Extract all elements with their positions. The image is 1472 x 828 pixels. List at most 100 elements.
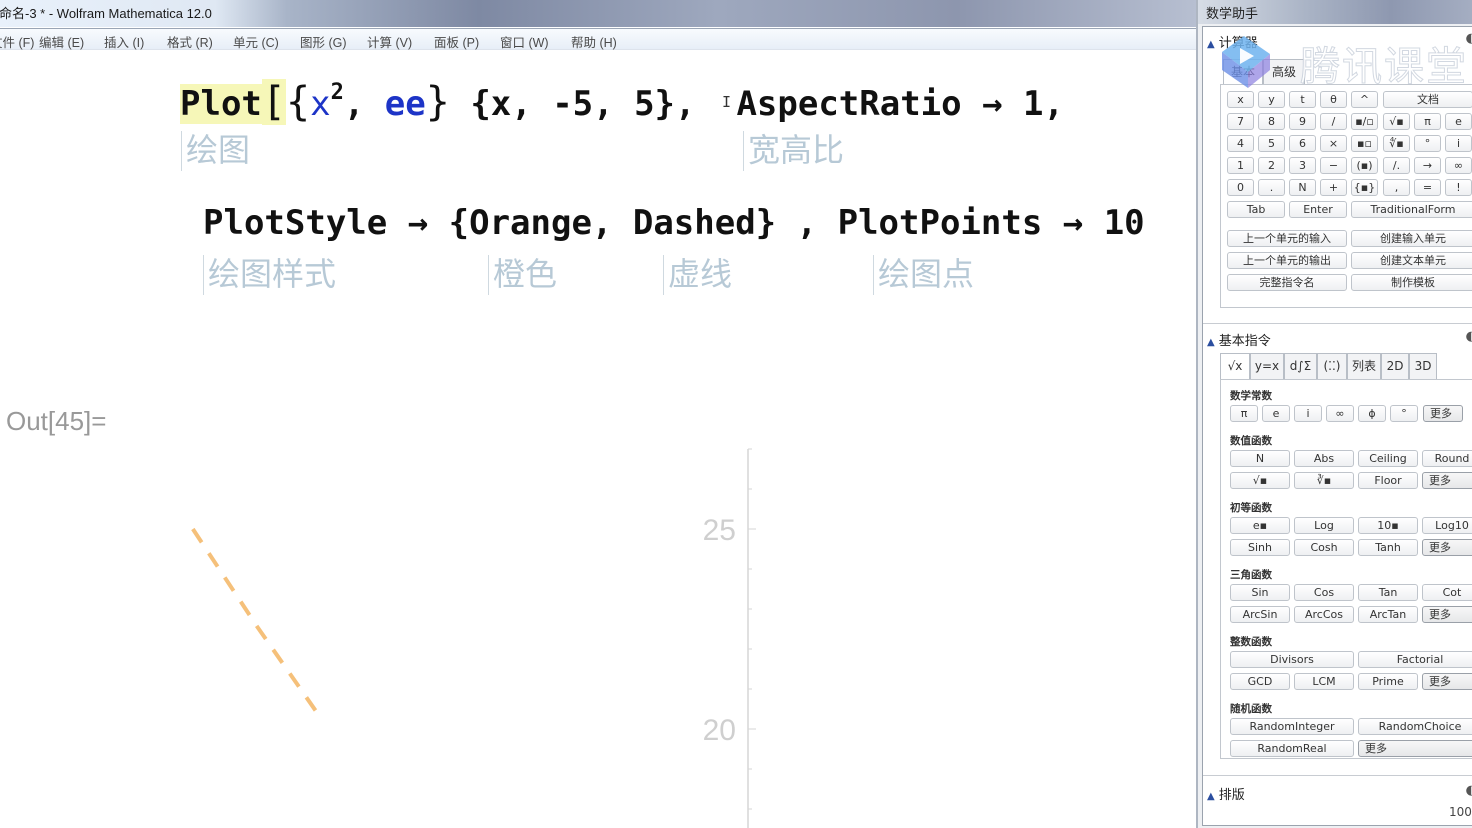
section-help-icon[interactable]: ◐: [1466, 329, 1472, 344]
cmd-round[interactable]: Round: [1422, 450, 1472, 467]
cmd-randomchoice[interactable]: RandomChoice: [1358, 718, 1472, 735]
menu-insert[interactable]: 插入 (I): [104, 32, 144, 51]
basic-tab-d[interactable]: d∫Σ: [1284, 353, 1317, 379]
cmd-randomreal[interactable]: RandomReal: [1230, 740, 1354, 757]
menu-format[interactable]: 格式 (R): [167, 32, 213, 51]
cmd-cot[interactable]: Cot: [1422, 584, 1472, 601]
calc-key-symbol[interactable]: /.: [1383, 157, 1410, 174]
calc-key-symbol[interactable]: →: [1414, 157, 1441, 174]
more-button[interactable]: 更多: [1422, 472, 1472, 489]
notebook-content[interactable]: Plot[{x2, ee} {x, -5, 5}, AspectRatio → …: [0, 51, 1196, 828]
cmd-factorial[interactable]: Factorial: [1358, 651, 1472, 668]
zoom-level[interactable]: 100%: [1449, 805, 1472, 819]
calc-key-symbol[interactable]: π: [1414, 113, 1441, 130]
section-help-icon[interactable]: ◐: [1466, 783, 1472, 798]
calc-key-symbol[interactable]: {▪}: [1351, 179, 1378, 196]
cmd-cos[interactable]: Cos: [1294, 584, 1354, 601]
more-button[interactable]: 更多: [1422, 539, 1472, 556]
calc-key-symbol[interactable]: ^: [1351, 91, 1378, 108]
calc-key-9[interactable]: 9: [1289, 113, 1316, 130]
cmd-tanh[interactable]: Tanh: [1358, 539, 1418, 556]
calc-key-tab[interactable]: Tab: [1227, 201, 1285, 218]
calc-key-3[interactable]: 3: [1289, 157, 1316, 174]
calc-key-symbol[interactable]: !: [1445, 179, 1472, 196]
cmd-randominteger[interactable]: RandomInteger: [1230, 718, 1354, 735]
cmd-e[interactable]: e▪: [1230, 517, 1290, 534]
cmd-prime[interactable]: Prime: [1358, 673, 1418, 690]
cmd-cosh[interactable]: Cosh: [1294, 539, 1354, 556]
cell-action-button[interactable]: 创建文本单元: [1351, 252, 1472, 269]
calc-key-symbol[interactable]: ∞: [1445, 157, 1472, 174]
calc-key-symbol[interactable]: ,: [1383, 179, 1410, 196]
calc-key-y[interactable]: y: [1258, 91, 1285, 108]
cmd-10[interactable]: 10▪: [1358, 517, 1418, 534]
basic-commands-section-header[interactable]: ▲ 基本指令: [1207, 330, 1271, 349]
calc-key-symbol[interactable]: √▪: [1383, 113, 1410, 130]
collapse-caret-icon[interactable]: ▲: [1207, 791, 1215, 802]
calc-key-symbol[interactable]: ∜▪: [1383, 135, 1410, 152]
layout-section-header[interactable]: ▲ 排版: [1207, 784, 1245, 803]
cmd-n[interactable]: N: [1230, 450, 1290, 467]
section-help-icon[interactable]: ◐: [1466, 31, 1472, 46]
cmd-symbol[interactable]: √▪: [1230, 472, 1290, 489]
calc-key-symbol[interactable]: ×: [1320, 135, 1347, 152]
cell-action-button[interactable]: 上一个单元的输入: [1227, 230, 1347, 247]
menu-palettes[interactable]: 面板 (P): [434, 32, 479, 51]
cmd-i[interactable]: i: [1294, 405, 1322, 422]
cmd-arctan[interactable]: ArcTan: [1358, 606, 1418, 623]
plot-function[interactable]: Plot: [180, 84, 262, 124]
cmd-e[interactable]: e: [1262, 405, 1290, 422]
calc-key-symbol[interactable]: /: [1320, 113, 1347, 130]
more-button[interactable]: 更多: [1422, 673, 1472, 690]
more-button[interactable]: 更多: [1422, 606, 1472, 623]
calc-key-t[interactable]: t: [1289, 91, 1316, 108]
menu-evaluation[interactable]: 计算 (V): [367, 32, 412, 51]
menu-edit[interactable]: 编辑 (E): [39, 32, 84, 51]
calc-key-8[interactable]: 8: [1258, 113, 1285, 130]
input-line-2[interactable]: PlotStyle → {Orange, Dashed} , PlotPoint…: [203, 203, 1145, 243]
basic-tab-symbol[interactable]: 列表: [1347, 353, 1381, 379]
collapse-caret-icon[interactable]: ▲: [1207, 39, 1215, 50]
calc-key-symbol[interactable]: (▪): [1351, 157, 1378, 174]
calc-key-i[interactable]: i: [1445, 135, 1472, 152]
cmd-symbol[interactable]: ∞: [1326, 405, 1354, 422]
cmd-ceiling[interactable]: Ceiling: [1358, 450, 1418, 467]
calc-key-7[interactable]: 7: [1227, 113, 1254, 130]
calc-key-2[interactable]: 2: [1258, 157, 1285, 174]
cmd-floor[interactable]: Floor: [1358, 472, 1418, 489]
calc-key-symbol[interactable]: 文档: [1383, 91, 1472, 108]
calc-key-symbol[interactable]: ▪▫: [1351, 135, 1378, 152]
calc-key-e[interactable]: e: [1445, 113, 1472, 130]
cmd-divisors[interactable]: Divisors: [1230, 651, 1354, 668]
cmd-symbol[interactable]: ϕ: [1358, 405, 1386, 422]
calc-key-symbol[interactable]: θ: [1320, 91, 1347, 108]
calc-key-6[interactable]: 6: [1289, 135, 1316, 152]
input-line-1[interactable]: Plot[{x2, ee} {x, -5, 5}, AspectRatio → …: [180, 79, 1064, 125]
basic-tab-2d[interactable]: 2D: [1381, 353, 1409, 379]
calc-key-symbol[interactable]: °: [1414, 135, 1441, 152]
cmd-symbol[interactable]: °: [1390, 405, 1418, 422]
calc-key-symbol[interactable]: .: [1258, 179, 1285, 196]
basic-tab-symbol[interactable]: (⁚⁚): [1317, 353, 1347, 379]
cmd-sinh[interactable]: Sinh: [1230, 539, 1290, 556]
calc-key-symbol[interactable]: =: [1414, 179, 1441, 196]
cmd-gcd[interactable]: GCD: [1230, 673, 1290, 690]
more-button[interactable]: 更多: [1358, 740, 1472, 757]
calc-key-symbol[interactable]: ▪/▫: [1351, 113, 1378, 130]
plot-output[interactable]: 25 20: [0, 441, 790, 828]
cell-action-button[interactable]: 上一个单元的输出: [1227, 252, 1347, 269]
tab-advanced[interactable]: 高级: [1263, 59, 1305, 85]
calc-key-symbol[interactable]: −: [1320, 157, 1347, 174]
calc-key-5[interactable]: 5: [1258, 135, 1285, 152]
calc-key-x[interactable]: x: [1227, 91, 1254, 108]
cmd-symbol[interactable]: ∛▪: [1294, 472, 1354, 489]
cmd-lcm[interactable]: LCM: [1294, 673, 1354, 690]
cmd-tan[interactable]: Tan: [1358, 584, 1418, 601]
more-button[interactable]: 更多: [1423, 405, 1463, 422]
menu-window[interactable]: 窗口 (W): [500, 32, 549, 51]
calc-key-enter[interactable]: Enter: [1289, 201, 1347, 218]
cmd-log[interactable]: Log: [1294, 517, 1354, 534]
cell-action-button[interactable]: 制作模板: [1351, 274, 1472, 291]
calc-key-4[interactable]: 4: [1227, 135, 1254, 152]
basic-tab-y-x[interactable]: y=x: [1250, 353, 1284, 379]
